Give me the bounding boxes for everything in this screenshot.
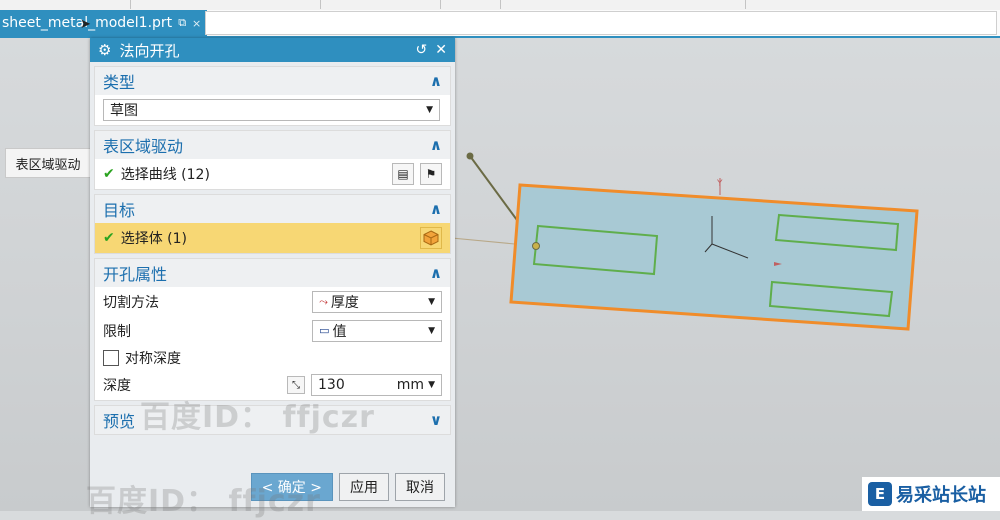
chevron-up-icon[interactable]: ∧: [430, 136, 442, 154]
section-type: 类型 ∧ 草图 ▼: [94, 66, 451, 126]
chevron-up-icon[interactable]: ∧: [430, 264, 442, 282]
select-curve-row[interactable]: ✔ 选择曲线 (12) ▤ ⚑: [95, 159, 450, 189]
type-value: 草图: [110, 103, 138, 119]
close-icon[interactable]: ×: [192, 17, 201, 30]
tab-sheet-metal-model[interactable]: sheet_metal_model1.prt ⧉ ×: [0, 10, 208, 36]
value-icon: ▭: [319, 324, 330, 337]
section-title: 开孔属性: [103, 265, 168, 284]
toolbar-segment: [345, 0, 441, 9]
section-type-header[interactable]: 类型 ∧: [95, 67, 450, 95]
document-tab-bar: sheet_metal_model1.prt ⧉ ×: [0, 10, 1000, 38]
section-target: 目标 ∧ ✔ 选择体 (1): [94, 194, 451, 254]
site-logo: E 易采站长站: [862, 477, 1000, 511]
toolbar-segment: [150, 0, 321, 9]
tab-bar-empty-area: [205, 11, 997, 35]
select-curve-label: 选择曲线 (12): [120, 167, 210, 183]
side-tab-region-drive[interactable]: 表区域驱动: [5, 148, 91, 178]
checkmark-icon: ✔: [103, 230, 115, 246]
reset-icon[interactable]: ↺: [416, 42, 428, 58]
toolbar-segment: [0, 0, 131, 9]
limit-label: 限制: [103, 323, 131, 340]
cancel-button[interactable]: 取消: [395, 473, 445, 501]
section-title: 表区域驱动: [103, 137, 184, 156]
selection-point[interactable]: [532, 242, 540, 250]
depth-unit: mm: [396, 377, 425, 393]
depth-value: 130: [318, 377, 345, 393]
logo-mark-icon: E: [868, 482, 892, 506]
chevron-down-icon[interactable]: ∨: [430, 411, 442, 429]
logo-text: 易采站长站: [896, 485, 986, 506]
select-body-row[interactable]: ✔ 选择体 (1): [95, 223, 450, 253]
dropdown-arrow-icon: ▼: [428, 296, 435, 307]
sketch-curve-icon[interactable]: ⚑: [420, 163, 442, 185]
dialog-footer: < 确定 > 应用 取消: [90, 467, 455, 507]
checkmark-icon: ✔: [103, 166, 115, 182]
section-title: 预览: [103, 412, 136, 431]
symmetric-depth-checkbox[interactable]: [103, 349, 119, 366]
section-target-header[interactable]: 目标 ∧: [95, 195, 450, 223]
select-body-label: 选择体 (1): [120, 231, 188, 247]
solid-body-icon[interactable]: [420, 227, 442, 249]
pin-icon[interactable]: ⧉: [178, 16, 186, 30]
section-title: 目标: [103, 201, 136, 220]
section-title: 类型: [103, 73, 136, 92]
chevron-up-icon[interactable]: ∧: [430, 200, 442, 218]
y-axis-label: Y: [716, 179, 723, 189]
side-tab-label: 表区域驱动: [15, 157, 81, 173]
depth-label: 深度: [103, 378, 131, 394]
close-icon[interactable]: ✕: [435, 42, 447, 58]
section-cutout-properties: 开孔属性 ∧ 切割方法 ⤳ 厚度 ▼ 限制 ▭ 值 ▼ 对称深度 深度 ⤡ 13…: [94, 258, 451, 401]
dialog-titlebar[interactable]: ⚙ 法向开孔 ↺ ✕: [90, 38, 455, 62]
section-props-header[interactable]: 开孔属性 ∧: [95, 259, 450, 287]
section-region-header[interactable]: 表区域驱动 ∧: [95, 131, 450, 159]
cut-method-select[interactable]: ⤳ 厚度 ▼: [312, 290, 442, 313]
depth-input[interactable]: 130 mm ▼: [311, 374, 442, 396]
dialog-title: 法向开孔: [119, 41, 180, 60]
dropdown-arrow-icon: ▼: [428, 380, 435, 390]
measure-icon[interactable]: ⤡: [287, 376, 305, 394]
toolbar-segment: [455, 0, 501, 9]
cut-method-label: 切割方法: [103, 294, 159, 311]
section-region-drive: 表区域驱动 ∧ ✔ 选择曲线 (12) ▤ ⚑: [94, 130, 451, 190]
handle-point[interactable]: [466, 152, 474, 160]
limit-value: 值: [332, 323, 347, 340]
cut-method-value: 厚度: [330, 294, 359, 311]
mouse-cursor-icon: ➤: [80, 17, 91, 32]
ok-button[interactable]: < 确定 >: [250, 473, 333, 501]
section-preview: 预览 ∨: [94, 405, 451, 435]
sketch-section-icon[interactable]: ▤: [392, 163, 414, 185]
thickness-icon: ⤳: [319, 294, 328, 308]
type-select[interactable]: 草图 ▼: [103, 99, 440, 121]
sheet-metal-part[interactable]: [509, 183, 919, 331]
toolbar-segment: [550, 0, 746, 9]
normal-cutout-dialog: ⚙ 法向开孔 ↺ ✕ 类型 ∧ 草图 ▼ 表区域驱动 ∧ ✔ 选择曲线 (12)…: [90, 38, 455, 507]
apply-button[interactable]: 应用: [339, 473, 389, 501]
symmetric-depth-label: 对称深度: [125, 350, 181, 367]
limit-select[interactable]: ▭ 值 ▼: [312, 319, 442, 342]
gear-icon[interactable]: ⚙: [98, 41, 111, 59]
chevron-up-icon[interactable]: ∧: [430, 72, 442, 90]
dropdown-arrow-icon: ▼: [426, 105, 433, 115]
dropdown-arrow-icon: ▼: [428, 325, 435, 336]
section-preview-header[interactable]: 预览 ∨: [95, 406, 450, 434]
